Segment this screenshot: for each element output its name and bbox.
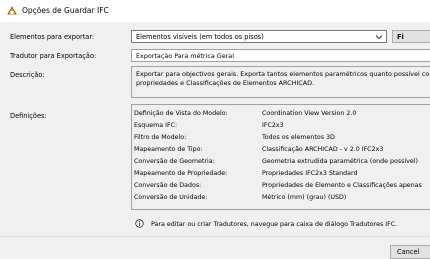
title-bar: Opções de Guardar IFC [0, 0, 430, 22]
definition-row: Esquema IFC: IFC2x3 [132, 122, 430, 132]
definition-key: Conversão de Unidade: [134, 194, 208, 201]
definition-key: Conversão de Dados: [134, 182, 202, 189]
definition-value: Coordination View Version 2.0 [262, 110, 357, 117]
filter-button[interactable]: Fi [392, 30, 430, 43]
definition-row: Conversão de Dados: Propriedades de Elem… [132, 182, 430, 192]
description-box: Exportar para objectivos gerais. Exporta… [131, 66, 430, 98]
translator-field[interactable]: Exportação Para métrica Geral [131, 49, 430, 62]
definition-value: Propriedades de Elemento e Classificaçõe… [262, 182, 422, 189]
elements-label: Elementos para exportar: [10, 33, 95, 41]
window-title: Opções de Guardar IFC [22, 6, 109, 15]
definition-key: Filtro de Modelo: [134, 134, 187, 141]
description-line: propriedades e Classificações de Element… [136, 79, 315, 87]
definition-value: Métrico (mm) (grau) (USD) [262, 194, 347, 201]
filter-button-label: Fi [397, 33, 404, 41]
archicad-app-icon [7, 6, 17, 15]
definition-row: Definição de Vista do Modelo: Coordinati… [132, 110, 430, 120]
definitions-label: Definições: [10, 112, 47, 120]
definition-row: Mapeamento de Tipo: Classificação ARCHIC… [132, 146, 430, 156]
definition-value: Geometria extrudida paramétrica (onde po… [262, 158, 419, 165]
translator-value: Exportação Para métrica Geral [136, 52, 234, 60]
definition-key: Conversão de Geometria: [134, 158, 215, 165]
elements-dropdown[interactable]: Elementos visíveis (em todos os pisos) [131, 30, 387, 43]
definition-row: Conversão de Unidade: Métrico (mm) (grau… [132, 194, 430, 204]
definition-key: Definição de Vista do Modelo: [134, 110, 228, 117]
chevron-down-icon [375, 35, 383, 40]
definition-value: Classificação ARCHICAD - v 2.0 IFC2x3 [262, 146, 384, 153]
info-text: Para editar ou criar Tradutores, navegue… [151, 221, 398, 228]
definition-row: Conversão de Geometria: Geometria extrud… [132, 158, 430, 168]
definition-key: Mapeamento de Propriedade: [134, 170, 228, 177]
definition-value: Propriedades IFC2x3 Standard [262, 170, 358, 177]
description-label: Descrição: [10, 71, 45, 79]
description-line: Exportar para objectivos gerais. Exporta… [136, 70, 430, 78]
definitions-box: Definição de Vista do Modelo: Coordinati… [131, 104, 430, 210]
definition-value: IFC2x3 [262, 122, 284, 129]
definition-row: Mapeamento de Propriedade: Propriedades … [132, 170, 430, 180]
definition-value: Todos os elementos 3D [262, 134, 335, 141]
elements-dropdown-value: Elementos visíveis (em todos os pisos) [136, 33, 264, 41]
cancel-button-label: Cancel [397, 248, 420, 256]
definition-key: Esquema IFC: [134, 122, 178, 129]
info-icon [135, 219, 144, 228]
definition-key: Mapeamento de Tipo: [134, 146, 203, 153]
definition-row: Filtro de Modelo: Todos os elementos 3D [132, 134, 430, 144]
divider [0, 236, 430, 237]
translator-label: Tradutor para Exportação: [10, 52, 97, 60]
